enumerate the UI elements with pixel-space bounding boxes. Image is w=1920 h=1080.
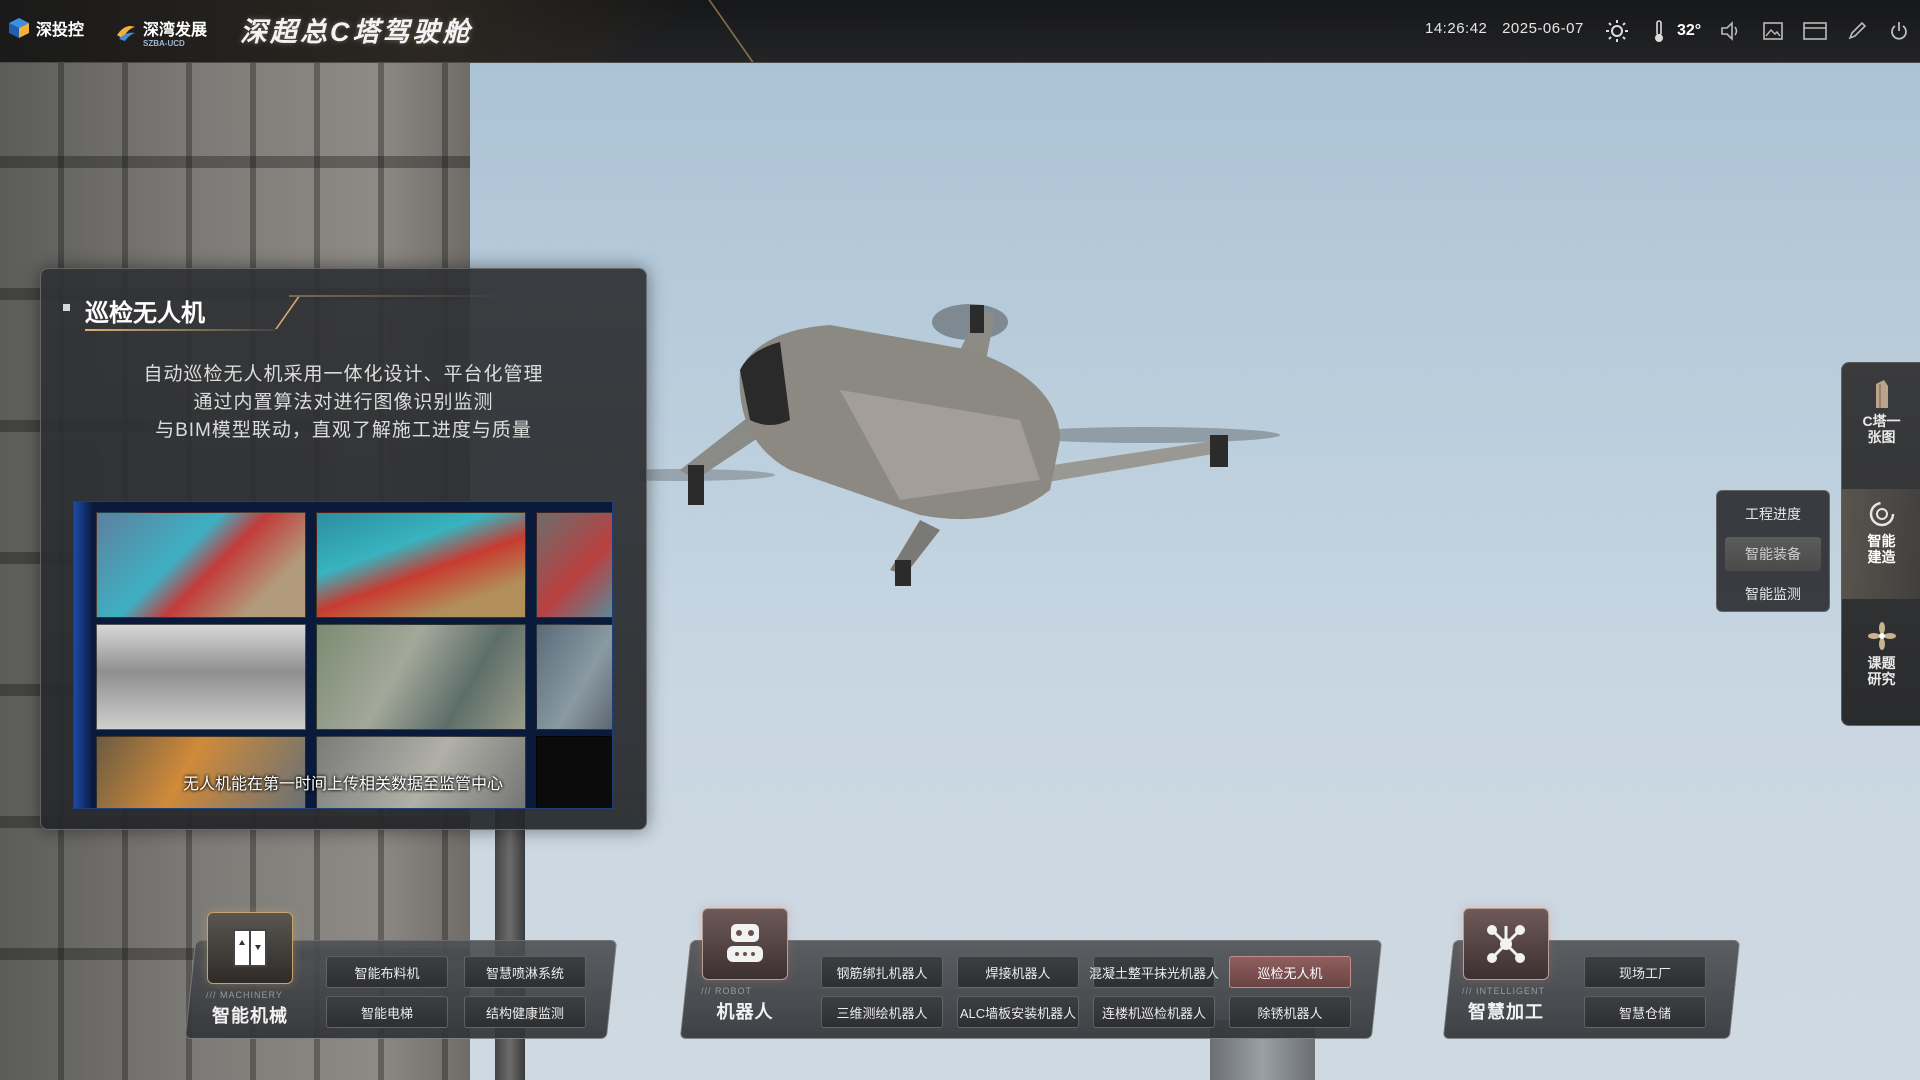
status-icons: 32° (1605, 14, 1911, 48)
drone-info-panel: 巡检无人机 自动巡检无人机采用一体化设计、平台化管理 通过内置算法对进行图像识别… (40, 268, 647, 830)
group-intelligent: /// INTELLIGENT 智慧加工 现场工厂 智慧仓储 (1442, 908, 1741, 1040)
btn-mapping-robot[interactable]: 三维测绘机器人 (821, 996, 943, 1028)
thermometer-icon (1647, 19, 1671, 43)
sub-menu-item-progress[interactable]: 工程进度 (1725, 497, 1821, 531)
btn-rebar-robot[interactable]: 钢筋绑扎机器人 (821, 956, 943, 988)
screen-icon[interactable] (1803, 19, 1828, 43)
sun-icon (1605, 19, 1629, 43)
side-nav-item-smart-construction[interactable]: 智能建造 (1842, 489, 1920, 599)
swoosh-logo-icon (117, 26, 135, 41)
btn-smart-distributor[interactable]: 智能布料机 (326, 956, 448, 988)
power-icon[interactable] (1887, 19, 1911, 43)
volume-icon[interactable] (1719, 19, 1743, 43)
tower-icon (1867, 379, 1897, 409)
btn-structure-health[interactable]: 结构健康监测 (464, 996, 586, 1028)
video-tile[interactable] (316, 624, 526, 730)
category-label: 智慧加工 (1468, 1002, 1544, 1022)
logo-szba: 深湾发展 SZBA-UCD (115, 16, 207, 48)
btn-concrete-robot[interactable]: 混凝土整平抹光机器人 (1089, 956, 1219, 988)
side-nav: C塔一张图 智能建造 课题研究 (1841, 362, 1920, 726)
network-icon (1463, 908, 1549, 980)
btn-welding-robot[interactable]: 焊接机器人 (957, 956, 1079, 988)
group-robot: /// ROBOT 机器人 钢筋绑扎机器人 焊接机器人 混凝土整平抹光机器人 巡… (679, 908, 1383, 1040)
swirl-icon (1867, 499, 1897, 529)
robot-icon (702, 908, 788, 980)
btn-inspection-drone[interactable]: 巡检无人机 (1229, 956, 1351, 988)
logo-shentoukong: 深投控 (8, 16, 84, 40)
category-label: 机器人 (716, 1002, 774, 1022)
video-tile[interactable] (96, 624, 306, 730)
title-accent-line (508, 0, 754, 62)
elevator-icon (207, 912, 293, 984)
panel-header: 巡检无人机 (59, 291, 509, 331)
group-machinery: /// MACHINERY 智能机械 智能布料机 智慧喷淋系统 智能电梯 结构健… (184, 912, 620, 1040)
top-bar: 深投控 深湾发展 SZBA-UCD 深超总C塔驾驶舱 14:26:42 2025… (0, 0, 1920, 63)
category-label: 智能机械 (212, 1006, 288, 1026)
header-trail-line (289, 295, 509, 297)
clock-time: 14:26:42 (1425, 20, 1488, 37)
video-wall-edge (74, 502, 92, 808)
logo-subtext: SZBA-UCD (143, 39, 185, 48)
header-slash (235, 295, 301, 329)
image-icon[interactable] (1761, 19, 1785, 43)
category-eng-label: /// MACHINERY (206, 990, 283, 1000)
clock-date: 2025-06-07 (1502, 20, 1584, 37)
panel-title: 巡检无人机 (85, 300, 205, 327)
desc-line: 自动巡检无人机采用一体化设计、平台化管理 (143, 364, 544, 385)
category-machinery[interactable]: /// MACHINERY 智能机械 (200, 912, 300, 1028)
btn-site-factory[interactable]: 现场工厂 (1584, 956, 1706, 988)
video-wall[interactable]: 无人机能在第一时间上传相关数据至监管中心 (73, 501, 613, 809)
side-nav-item-research[interactable]: 课题研究 (1842, 611, 1920, 721)
desc-line: 通过内置算法对进行图像识别监测 (193, 392, 494, 413)
btn-smart-sprinkler[interactable]: 智慧喷淋系统 (464, 956, 586, 988)
btn-alc-robot[interactable]: ALC墙板安装机器人 (957, 996, 1079, 1028)
btn-derust-robot[interactable]: 除锈机器人 (1229, 996, 1351, 1028)
video-tile[interactable] (316, 512, 526, 618)
category-robot[interactable]: /// ROBOT 机器人 (695, 908, 795, 1024)
flower-icon (1867, 621, 1897, 651)
btn-smart-elevator[interactable]: 智能电梯 (326, 996, 448, 1028)
logo-text: 深投控 (36, 22, 85, 39)
header-underline (85, 329, 275, 331)
clock: 14:26:42 2025-06-07 (1425, 20, 1584, 37)
sub-menu-item-equipment[interactable]: 智能装备 (1725, 537, 1821, 571)
video-tile[interactable] (536, 512, 612, 618)
sub-menu: 工程进度 智能装备 智能监测 (1716, 490, 1830, 612)
sub-menu-item-monitoring[interactable]: 智能监测 (1725, 577, 1821, 611)
temperature-value: 32° (1677, 22, 1702, 39)
category-intelligent[interactable]: /// INTELLIGENT 智慧加工 (1456, 908, 1556, 1024)
video-caption: 无人机能在第一时间上传相关数据至监管中心 (182, 776, 503, 793)
pen-icon[interactable] (1845, 19, 1869, 43)
app-title: 深超总C塔驾驶舱 (240, 17, 473, 47)
side-nav-label: C塔一张图 (1862, 413, 1901, 445)
desc-line: 与BIM模型联动，直观了解施工进度与质量 (155, 420, 532, 441)
video-tile[interactable] (96, 512, 306, 618)
side-nav-label: 课题研究 (1867, 655, 1896, 687)
drone-image (640, 304, 1280, 586)
category-eng-label: /// INTELLIGENT (1462, 986, 1546, 996)
category-eng-label: /// ROBOT (701, 986, 753, 996)
logo-text: 深湾发展 (143, 22, 208, 39)
header-dot (63, 304, 70, 311)
video-tile[interactable] (536, 624, 612, 730)
side-nav-item-c-tower-map[interactable]: C塔一张图 (1842, 369, 1920, 479)
cube-logo-icon (9, 18, 29, 38)
btn-smart-warehouse[interactable]: 智慧仓储 (1584, 996, 1706, 1028)
btn-bridge-inspection-robot[interactable]: 连楼机巡检机器人 (1093, 996, 1215, 1028)
side-nav-label: 智能建造 (1867, 533, 1896, 565)
panel-description: 自动巡检无人机采用一体化设计、平台化管理 通过内置算法对进行图像识别监测 与BI… (41, 361, 646, 445)
